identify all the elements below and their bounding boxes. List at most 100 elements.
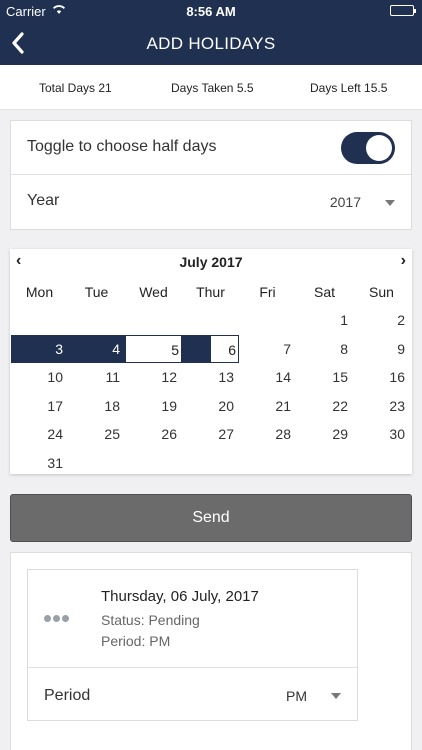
requests-panel: Thursday, 06 July, 2017 Status: Pending … <box>10 552 412 750</box>
calendar-day[interactable]: 4 <box>68 334 125 363</box>
day-number: 19 <box>161 397 177 414</box>
toggle-knob <box>366 135 392 161</box>
day-number: 25 <box>104 426 120 443</box>
day-number: 11 <box>105 369 120 386</box>
day-number: 31 <box>47 455 63 471</box>
day-number: 14 <box>275 369 291 386</box>
calendar-day[interactable]: 31 <box>11 449 68 477</box>
request-status: Status: Pending <box>101 612 200 628</box>
holiday-summary: Total Days 21 Days Taken 5.5 Days Left 1… <box>0 65 422 110</box>
day-number: 9 <box>397 340 405 357</box>
send-button[interactable]: Send <box>10 494 412 542</box>
weekday-label: Sat <box>313 284 335 300</box>
calendar-day[interactable]: 17 <box>11 392 68 420</box>
calendar-day[interactable]: 20 <box>182 392 239 420</box>
day-number: 29 <box>332 426 348 443</box>
holiday-request-card: Thursday, 06 July, 2017 Status: Pending … <box>27 569 358 721</box>
total-days-label: Total Days 21 <box>39 81 112 95</box>
weekday-label: Wed <box>139 284 168 300</box>
day-number: 5 <box>171 341 179 358</box>
day-number: 26 <box>161 426 177 443</box>
calendar-day[interactable]: 15 <box>296 363 353 391</box>
calendar-day[interactable]: 21 <box>239 392 296 420</box>
calendar-day[interactable]: 5 <box>125 334 182 363</box>
status-bar: Carrier 8:56 AM <box>0 0 422 22</box>
day-number: 18 <box>104 397 120 414</box>
calendar-day[interactable]: 3 <box>11 334 68 363</box>
battery-icon <box>390 5 416 16</box>
day-number: 6 <box>228 341 236 358</box>
calendar-day[interactable]: 18 <box>68 392 125 420</box>
day-number: 4 <box>112 340 120 357</box>
period-select-row[interactable]: Period PM <box>28 667 357 721</box>
period-select[interactable]: PM <box>286 688 307 704</box>
calendar-day[interactable]: 26 <box>125 420 182 448</box>
day-number: 17 <box>47 397 63 414</box>
calendar-day[interactable]: 11 <box>68 363 125 391</box>
weekday-label: Mon <box>25 284 54 300</box>
chevron-down-icon[interactable] <box>385 200 395 206</box>
settings-card: Toggle to choose half days Year 2017 <box>10 120 412 230</box>
more-dots-icon <box>44 613 70 623</box>
half-days-row: Toggle to choose half days <box>11 121 411 175</box>
period-label: Period <box>44 687 91 704</box>
year-row[interactable]: Year 2017 <box>11 175 411 229</box>
calendar-day[interactable]: 13 <box>182 363 239 391</box>
calendar-day[interactable]: 2 <box>353 306 410 334</box>
calendar-day[interactable]: 10 <box>11 363 68 391</box>
calendar-day[interactable]: 22 <box>296 392 353 420</box>
calendar-day[interactable]: 8 <box>296 335 353 363</box>
day-number: 7 <box>283 340 291 357</box>
day-number: 28 <box>275 426 291 443</box>
day-number: 21 <box>275 397 291 414</box>
day-number: 27 <box>218 426 234 443</box>
days-taken-label: Days Taken 5.5 <box>171 81 254 95</box>
weekday-label: Thur <box>196 284 225 300</box>
calendar-day[interactable]: 14 <box>239 363 296 391</box>
weekday-label: Tue <box>84 284 109 300</box>
calendar: ‹ July 2017 › Mon Tue Wed Thur Fri Sat Sun 123… <box>10 249 412 474</box>
calendar-day[interactable]: 23 <box>353 392 410 420</box>
weekday-label: Sun <box>369 284 394 300</box>
request-period: Period: PM <box>101 633 171 649</box>
calendar-day[interactable]: 19 <box>125 392 182 420</box>
calendar-day[interactable]: 16 <box>353 363 410 391</box>
day-number: 16 <box>389 369 405 386</box>
calendar-day[interactable]: 25 <box>68 420 125 448</box>
year-select[interactable]: 2017 <box>330 194 361 210</box>
day-number: 20 <box>218 397 234 414</box>
day-number: 13 <box>218 369 234 386</box>
calendar-day[interactable]: 7 <box>239 335 296 363</box>
half-days-label: Toggle to choose half days <box>27 138 217 155</box>
calendar-day[interactable]: 30 <box>353 420 410 448</box>
day-number: 1 <box>340 312 348 328</box>
nav-bar: ADD HOLIDAYS <box>0 22 422 65</box>
day-number: 3 <box>55 340 63 357</box>
calendar-day[interactable]: 28 <box>239 420 296 448</box>
calendar-day[interactable]: 1 <box>296 306 353 334</box>
calendar-day[interactable]: 6 <box>182 334 239 363</box>
day-number: 24 <box>47 426 63 443</box>
day-number: 23 <box>389 397 405 414</box>
day-number: 2 <box>397 312 405 328</box>
day-number: 12 <box>161 369 177 386</box>
year-label: Year <box>27 192 60 209</box>
day-number: 22 <box>332 397 348 414</box>
days-left-label: Days Left 15.5 <box>310 81 388 95</box>
day-number: 30 <box>389 426 405 443</box>
half-days-toggle[interactable] <box>341 132 395 164</box>
day-number: 10 <box>47 369 63 386</box>
calendar-month-title: July 2017 <box>179 254 243 270</box>
calendar-day[interactable]: 29 <box>296 420 353 448</box>
request-date: Thursday, 06 July, 2017 <box>101 588 259 605</box>
day-number: 8 <box>340 340 348 357</box>
day-number: 15 <box>332 369 348 386</box>
calendar-day[interactable]: 12 <box>125 363 182 391</box>
next-month-button[interactable]: › <box>401 252 406 270</box>
calendar-day[interactable]: 24 <box>11 420 68 448</box>
calendar-day[interactable]: 27 <box>182 420 239 448</box>
weekday-label: Fri <box>259 284 276 300</box>
calendar-day[interactable]: 9 <box>353 335 410 363</box>
chevron-down-icon[interactable] <box>331 693 341 699</box>
clock: 8:56 AM <box>186 4 236 19</box>
